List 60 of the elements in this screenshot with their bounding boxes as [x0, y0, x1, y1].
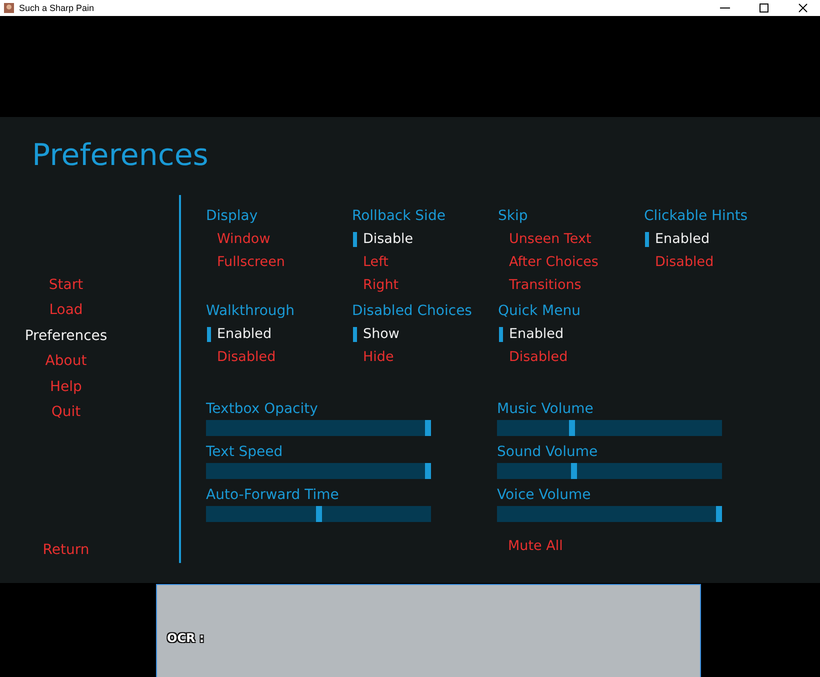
- group-title: Walkthrough: [206, 302, 295, 321]
- group-title: Disabled Choices: [352, 302, 472, 321]
- option-button[interactable]: After Choices: [498, 251, 598, 274]
- option-button[interactable]: Transitions: [498, 274, 582, 297]
- option-button[interactable]: Disable: [352, 228, 414, 251]
- slider-label: Textbox Opacity: [206, 400, 318, 419]
- option-button[interactable]: Window: [206, 228, 270, 251]
- slider-label: Text Speed: [206, 443, 283, 462]
- group-title: Skip: [498, 207, 528, 226]
- option-button[interactable]: Disabled: [644, 251, 714, 274]
- screen-title: Preferences: [32, 137, 210, 175]
- slider-thumb[interactable]: [425, 463, 431, 479]
- ocr-label: OCR :: [167, 630, 204, 644]
- slider-track[interactable]: [497, 506, 722, 522]
- option-button[interactable]: Enabled: [206, 323, 272, 346]
- slider-thumb[interactable]: [316, 506, 322, 522]
- group-title: Clickable Hints: [644, 207, 748, 226]
- option-button[interactable]: Fullscreen: [206, 251, 285, 274]
- option-button[interactable]: Disabled: [206, 346, 276, 369]
- option-button[interactable]: Disabled: [498, 346, 568, 369]
- menu-item[interactable]: Preferences: [20, 324, 112, 350]
- maximize-icon: [759, 3, 769, 13]
- option-button[interactable]: Left: [352, 251, 388, 274]
- selection-bar-icon: [353, 327, 357, 342]
- group-title: Quick Menu: [498, 302, 580, 321]
- option-button[interactable]: Enabled: [644, 228, 710, 251]
- slider-track[interactable]: [206, 463, 431, 479]
- option-button[interactable]: Show: [352, 323, 400, 346]
- slider-thumb[interactable]: [425, 420, 431, 436]
- slider-track[interactable]: [497, 463, 722, 479]
- mute-all-button[interactable]: Mute All: [497, 535, 563, 558]
- menu-item[interactable]: Load: [45, 298, 87, 324]
- option-button[interactable]: Right: [352, 274, 399, 297]
- menu-item[interactable]: Help: [46, 374, 86, 400]
- group-title: Display: [206, 207, 258, 226]
- return-button[interactable]: Return: [38, 538, 94, 563]
- slider-label: Sound Volume: [497, 443, 598, 462]
- menu-item[interactable]: Start: [44, 273, 88, 298]
- selection-bar-icon: [207, 327, 211, 342]
- slider-track[interactable]: [206, 506, 431, 522]
- slider-thumb[interactable]: [716, 506, 722, 522]
- menu-item[interactable]: About: [41, 349, 91, 375]
- menu-item[interactable]: Quit: [47, 400, 85, 426]
- slider-label: Voice Volume: [497, 486, 591, 505]
- window-title: Such a Sharp Pain: [19, 3, 96, 13]
- slider-track[interactable]: [497, 420, 722, 436]
- slider-label: Music Volume: [497, 400, 594, 419]
- selection-bar-icon: [645, 232, 649, 247]
- close-icon: [798, 3, 808, 13]
- selection-bar-icon: [353, 232, 357, 247]
- slider-thumb[interactable]: [571, 463, 578, 479]
- group-title: Rollback Side: [352, 207, 446, 226]
- option-button[interactable]: Enabled: [498, 323, 564, 346]
- slider-label: Auto-Forward Time: [206, 486, 339, 505]
- selection-bar-icon: [499, 327, 503, 342]
- slider-track[interactable]: [206, 420, 431, 436]
- app-icon: [4, 3, 14, 13]
- option-button[interactable]: Unseen Text: [498, 228, 592, 251]
- slider-thumb[interactable]: [569, 420, 576, 436]
- option-button[interactable]: Hide: [352, 346, 394, 369]
